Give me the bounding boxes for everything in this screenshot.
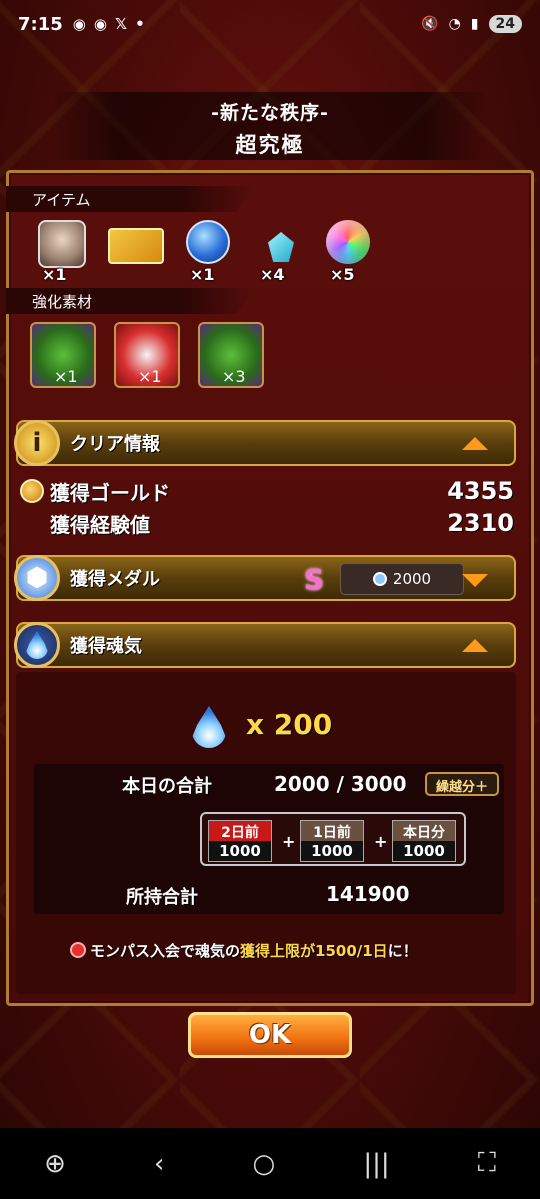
item-gem[interactable]: ×4 [256,220,308,284]
item-portrait[interactable]: ×1 [38,220,90,284]
ticket-icon [108,228,164,264]
items-row: ×1 ×1 ×4 ×5 [38,220,378,284]
x-icon: 𝕏 [114,15,128,33]
expand-arrow-icon[interactable] [462,574,488,587]
recents-button[interactable]: ||| [363,1149,389,1179]
materials-section-label: 強化素材 [6,288,256,314]
mute-icon: 🔇 [421,16,439,32]
soul-multiplier: x 200 [246,708,333,741]
clear-info-bar[interactable]: i クリア情報 [14,420,516,466]
medal-title: 獲得メダル [70,569,160,590]
today-total-label: 本日の合計 [122,776,212,797]
blue-crystal-icon [186,220,230,264]
items-section-label: アイテム [6,186,256,212]
clock: 7:15 [18,13,63,35]
material-item[interactable]: ×3 [198,322,264,388]
monpass-notice[interactable]: モンパス入会で魂気の獲得上限が1500/1日に！ [70,940,418,961]
character-portrait-icon [38,220,86,268]
exp-row: 獲得経験値 2310 [20,508,514,538]
back-button[interactable]: ‹ [154,1149,164,1179]
quest-difficulty: 超究極 [235,133,305,157]
material-item[interactable]: ×1 [30,322,96,388]
item-ticket[interactable] [108,220,168,272]
navigation-bar: ⊕ ‹ ○ ||| ⛶ [0,1128,540,1199]
gold-coin-icon [20,479,44,503]
dot-icon: • [135,15,145,33]
discord-icon: ◉ [72,15,86,33]
owned-total-value: 141900 [326,882,410,906]
ok-button[interactable]: OK [188,1012,352,1058]
quest-name: -新たな秩序- [211,102,329,124]
status-bar: 7:15 ◉ ◉ 𝕏 • 🔇 ◔ ▮ 24 [0,0,540,48]
day-cell: 2日前 1000 [208,820,272,862]
day-cell: 本日分 1000 [392,820,456,862]
material-item[interactable]: ×1 [114,322,180,388]
day-breakdown: 2日前 1000 + 1日前 1000 + 本日分 1000 [200,812,466,866]
materials-row: ×1 ×1 ×3 [30,322,264,388]
medal-count-box: 2000 [340,563,464,595]
item-blue-crystal[interactable]: ×1 [186,220,238,284]
gold-value: 4355 [447,477,514,505]
gamepad-icon[interactable]: ⊕ [44,1149,66,1179]
battery-indicator: 24 [488,15,522,33]
rainbow-orb-icon [326,220,370,264]
carryover-badge[interactable]: 繰越分＋ [425,772,499,796]
discord-icon: ◉ [93,15,107,33]
owned-total-label: 所持合計 [126,887,198,908]
medal-value: 2000 [392,570,432,588]
medal-coin-icon [372,572,387,586]
gold-label: 獲得ゴールド [50,480,170,505]
soul-title: 獲得魂気 [70,636,142,657]
home-button[interactable]: ○ [253,1149,276,1179]
collapse-arrow-icon[interactable] [462,437,488,450]
wifi-icon: ◔ [448,16,461,32]
quest-header: -新たな秩序- 超究極 [50,92,490,160]
medal-icon: ⬢ [14,555,60,601]
exp-value: 2310 [447,509,514,537]
soul-flame-icon [14,622,60,668]
item-rainbow-orb[interactable]: ×5 [326,220,378,284]
medal-rank: S [304,563,325,596]
status-right: 🔇 ◔ ▮ 24 [421,15,522,33]
signal-icon: ▮ [470,16,479,32]
collapse-arrow-icon[interactable] [462,639,488,652]
gold-row: 獲得ゴールド 4355 [20,476,514,506]
notification-icons: ◉ ◉ 𝕏 • [73,15,145,33]
info-icon: i [14,420,60,466]
gem-icon [268,232,294,262]
clear-info-title: クリア情報 [70,434,160,455]
exp-label: 獲得経験値 [50,512,150,537]
soul-bar[interactable]: 獲得魂気 [14,622,516,668]
monpass-icon [70,942,86,958]
screenshot-icon[interactable]: ⛶ [478,1148,496,1179]
medal-bar[interactable]: ⬢ 獲得メダル S 2000 [14,555,516,601]
day-cell: 1日前 1000 [300,820,364,862]
today-total-value: 2000 / 3000 [274,772,407,796]
